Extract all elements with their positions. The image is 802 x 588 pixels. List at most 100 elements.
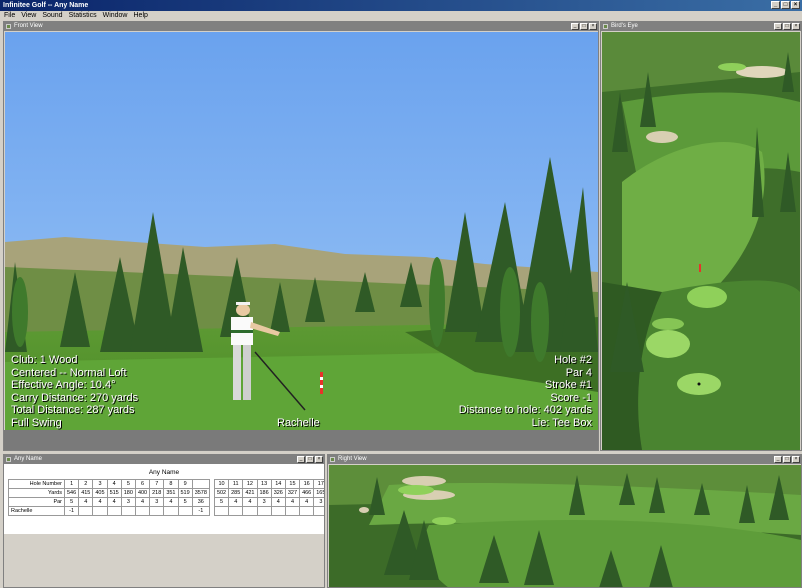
score-cell: -1 [63, 506, 80, 516]
maximize-icon[interactable]: □ [783, 456, 791, 463]
hole-number-row: Hole Number 1 2 3 4 5 6 7 8 9 10 11 12 1… [8, 479, 324, 489]
menu-sound[interactable]: Sound [42, 11, 62, 21]
swing-type-label: Full Swing [11, 416, 62, 429]
right-view-title: Right View [338, 456, 367, 462]
front-view-scene[interactable]: Club: 1 Wood Centered -- Normal Loft Eff… [5, 32, 598, 430]
app-title: Infinitee Golf -- Any Name [3, 2, 89, 9]
maximize-icon[interactable]: □ [580, 23, 588, 30]
menu-view[interactable]: View [21, 11, 36, 21]
shot-info-left: Club: 1 Wood Centered -- Normal Loft Eff… [11, 354, 138, 429]
yards-cell: 326 [270, 488, 286, 498]
hole-cell: 3 [92, 479, 108, 489]
hole-cell: 15 [284, 479, 301, 489]
score-cell [149, 506, 165, 516]
close-icon[interactable]: × [589, 23, 597, 30]
score-cell [134, 506, 151, 516]
yards-cell: 165 [313, 488, 324, 498]
minimize-icon[interactable]: _ [774, 456, 782, 463]
score-cell [163, 506, 179, 516]
loft-label: Centered -- Normal Loft [11, 366, 127, 379]
lie-label: Lie: Tee Box [531, 416, 592, 429]
close-icon[interactable]: × [792, 23, 800, 30]
maximize-icon[interactable]: □ [783, 23, 791, 30]
front-view-statusbar [4, 430, 598, 450]
window-icon [6, 457, 11, 462]
yards-cell: 3578 [191, 488, 210, 498]
carry-distance-label: Carry Distance: 270 yards [11, 391, 139, 404]
scorecard-table: Hole Number 1 2 3 4 5 6 7 8 9 10 11 12 1… [8, 479, 324, 516]
score-cell [120, 506, 136, 516]
par-cell: 4 [299, 497, 315, 507]
window-icon [6, 24, 11, 29]
score-cell [106, 506, 122, 516]
hole-cell: 11 [228, 479, 244, 489]
row-label: Par [8, 497, 65, 507]
close-icon[interactable]: × [792, 456, 800, 463]
close-icon[interactable]: × [315, 456, 323, 463]
par-cell: 4 [163, 497, 179, 507]
yards-cell: 180 [120, 488, 136, 498]
score-cell [242, 506, 258, 516]
par-cell: 3 [256, 497, 272, 507]
score-cell [78, 506, 94, 516]
yards-cell: 351 [163, 488, 179, 498]
par-cell: 3 [120, 497, 136, 507]
par-cell: 3 [313, 497, 324, 507]
player-name-label: Rachelle [277, 417, 320, 429]
minimize-icon[interactable]: _ [571, 23, 579, 30]
par-cell: 4 [242, 497, 258, 507]
app-titlebar: Infinitee Golf -- Any Name _ □ × [0, 0, 802, 11]
par-cell: 4 [92, 497, 108, 507]
scorecard-title: Any Name [148, 469, 180, 476]
birds-eye-scene[interactable] [602, 32, 800, 450]
player-name-cell: Rachelle [8, 506, 65, 516]
right-view-caption[interactable]: Right View _ □ × [328, 455, 801, 464]
close-icon[interactable]: × [791, 1, 800, 9]
birds-eye-window[interactable]: Bird's Eye _ □ × [600, 21, 802, 451]
hole-cell: 6 [134, 479, 151, 489]
scorecard-caption-title: Any Name [14, 456, 43, 462]
score-cell [270, 506, 286, 516]
par-row: Par 5 4 4 4 3 4 3 4 5 36 5 4 4 3 4 4 4 3… [8, 497, 324, 507]
scorecard-caption[interactable]: Any Name _ □ × [4, 455, 324, 464]
score-cell [299, 506, 315, 516]
minimize-icon[interactable]: _ [774, 23, 782, 30]
score-cell [228, 506, 244, 516]
par-label: Par 4 [565, 366, 592, 379]
player-score-row: Rachelle -1 -1 0 -1 [8, 506, 324, 516]
hole-cell: 10 [213, 479, 230, 489]
par-cell: 5 [177, 497, 193, 507]
menu-window[interactable]: Window [103, 11, 128, 21]
minimize-icon[interactable]: _ [297, 456, 305, 463]
score-cell [313, 506, 324, 516]
menu-file[interactable]: File [4, 11, 15, 21]
total-distance-label: Total Distance: 287 yards [11, 404, 135, 416]
right-view-window[interactable]: Right View _ □ × [327, 454, 802, 588]
birds-eye-caption[interactable]: Bird's Eye _ □ × [601, 22, 801, 31]
front-view-title: Front View [14, 23, 43, 29]
menu-bar: File View Sound Statistics Window Help [0, 11, 802, 21]
row-label: Yards [8, 488, 65, 498]
scorecard-window[interactable]: Any Name _ □ × Any Name Hole Number 1 2 … [3, 454, 325, 588]
stroke-label: Stroke #1 [544, 379, 592, 391]
yards-cell: 519 [177, 488, 193, 498]
hole-cell: 12 [242, 479, 258, 489]
hole-cell: 7 [149, 479, 165, 489]
hole-cell: 16 [299, 479, 315, 489]
maximize-icon[interactable]: □ [306, 456, 314, 463]
right-view-scene[interactable] [329, 465, 801, 587]
par-cell: 5 [213, 497, 230, 507]
front-view-window[interactable]: Front View _ □ × Club: 1 Wood Centered -… [3, 21, 599, 451]
minimize-icon[interactable]: _ [771, 1, 780, 9]
menu-statistics[interactable]: Statistics [69, 11, 97, 21]
hole-cell: 8 [163, 479, 179, 489]
yards-cell: 285 [228, 488, 244, 498]
menu-help[interactable]: Help [134, 11, 148, 21]
par-cell: 4 [270, 497, 286, 507]
club-label: Club: 1 Wood [11, 354, 78, 366]
front-view-caption[interactable]: Front View _ □ × [4, 22, 598, 31]
yards-cell: 502 [213, 488, 230, 498]
maximize-icon[interactable]: □ [781, 1, 790, 9]
par-cell: 4 [106, 497, 122, 507]
hole-cell: 17 [313, 479, 324, 489]
